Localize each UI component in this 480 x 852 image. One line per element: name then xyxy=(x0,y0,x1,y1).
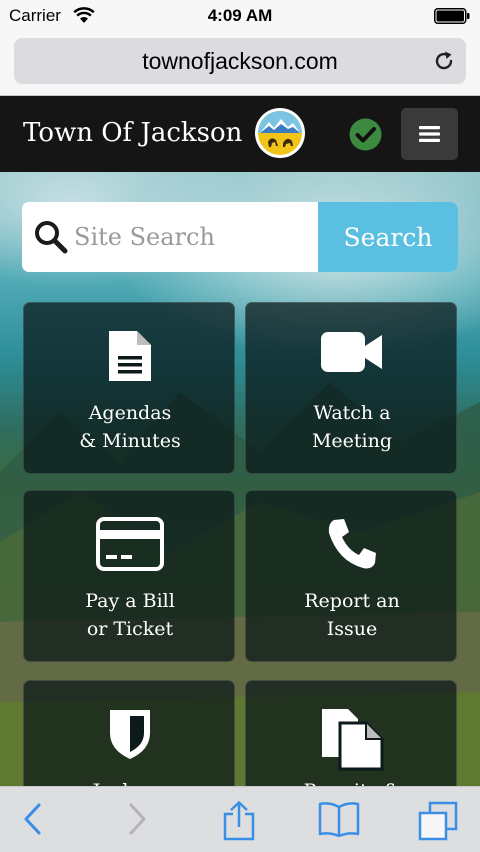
site-title[interactable]: Town Of Jackson xyxy=(23,118,242,148)
tile-label: Pay a Bill or Ticket xyxy=(85,590,175,640)
tile-label: Jackson Police xyxy=(24,777,236,786)
url-text[interactable]: townofjackson.com xyxy=(14,48,466,75)
tile-watch-meeting[interactable]: Watch a Meeting xyxy=(245,302,457,474)
phone-icon xyxy=(246,517,458,571)
browser-address-area: townofjackson.com xyxy=(0,32,480,96)
credit-card-icon xyxy=(24,517,236,571)
hamburger-menu-icon xyxy=(419,126,440,142)
hamburger-menu-button[interactable] xyxy=(401,108,458,160)
shield-icon xyxy=(24,707,236,761)
tile-label: Agendas & Minutes xyxy=(79,402,181,452)
tile-label: Report an Issue xyxy=(304,590,400,640)
browser-toolbar xyxy=(0,786,480,852)
site-header: Town Of Jackson xyxy=(0,96,480,172)
forward-arrow-icon[interactable] xyxy=(126,801,148,841)
reload-icon[interactable] xyxy=(432,49,456,77)
status-bar: Carrier 4:09 AM xyxy=(0,0,480,32)
bookmarks-icon[interactable] xyxy=(318,801,360,841)
tile-pay-bill[interactable]: Pay a Bill or Ticket xyxy=(23,490,235,662)
tile-report-issue[interactable]: Report an Issue xyxy=(245,490,457,662)
tabs-icon[interactable] xyxy=(418,801,458,845)
town-seal-icon[interactable] xyxy=(254,107,306,163)
tile-agendas-minutes[interactable]: Agendas & Minutes xyxy=(23,302,235,474)
url-field[interactable]: townofjackson.com xyxy=(14,38,466,84)
back-arrow-icon[interactable] xyxy=(22,801,44,841)
search-button[interactable]: Search xyxy=(318,202,458,272)
tile-permits-licenses[interactable]: Permits & Licenses xyxy=(245,680,457,786)
tile-label: Watch a Meeting xyxy=(311,402,393,452)
document-icon xyxy=(24,329,236,383)
documents-icon xyxy=(246,707,458,771)
site-search-input[interactable] xyxy=(74,202,334,272)
tile-jackson-police[interactable]: Jackson Police xyxy=(23,680,235,786)
checkmark-badge-icon xyxy=(349,118,382,155)
tile-label: Permits & Licenses xyxy=(246,777,458,786)
site-search-form: Search xyxy=(22,202,458,272)
video-camera-icon xyxy=(246,329,458,375)
battery-icon xyxy=(434,8,470,29)
hero-section: Search Agendas & Minutes Watch a Meeting xyxy=(0,172,480,786)
share-icon[interactable] xyxy=(222,801,256,845)
clock-label: 4:09 AM xyxy=(207,6,273,25)
search-icon xyxy=(34,220,68,258)
